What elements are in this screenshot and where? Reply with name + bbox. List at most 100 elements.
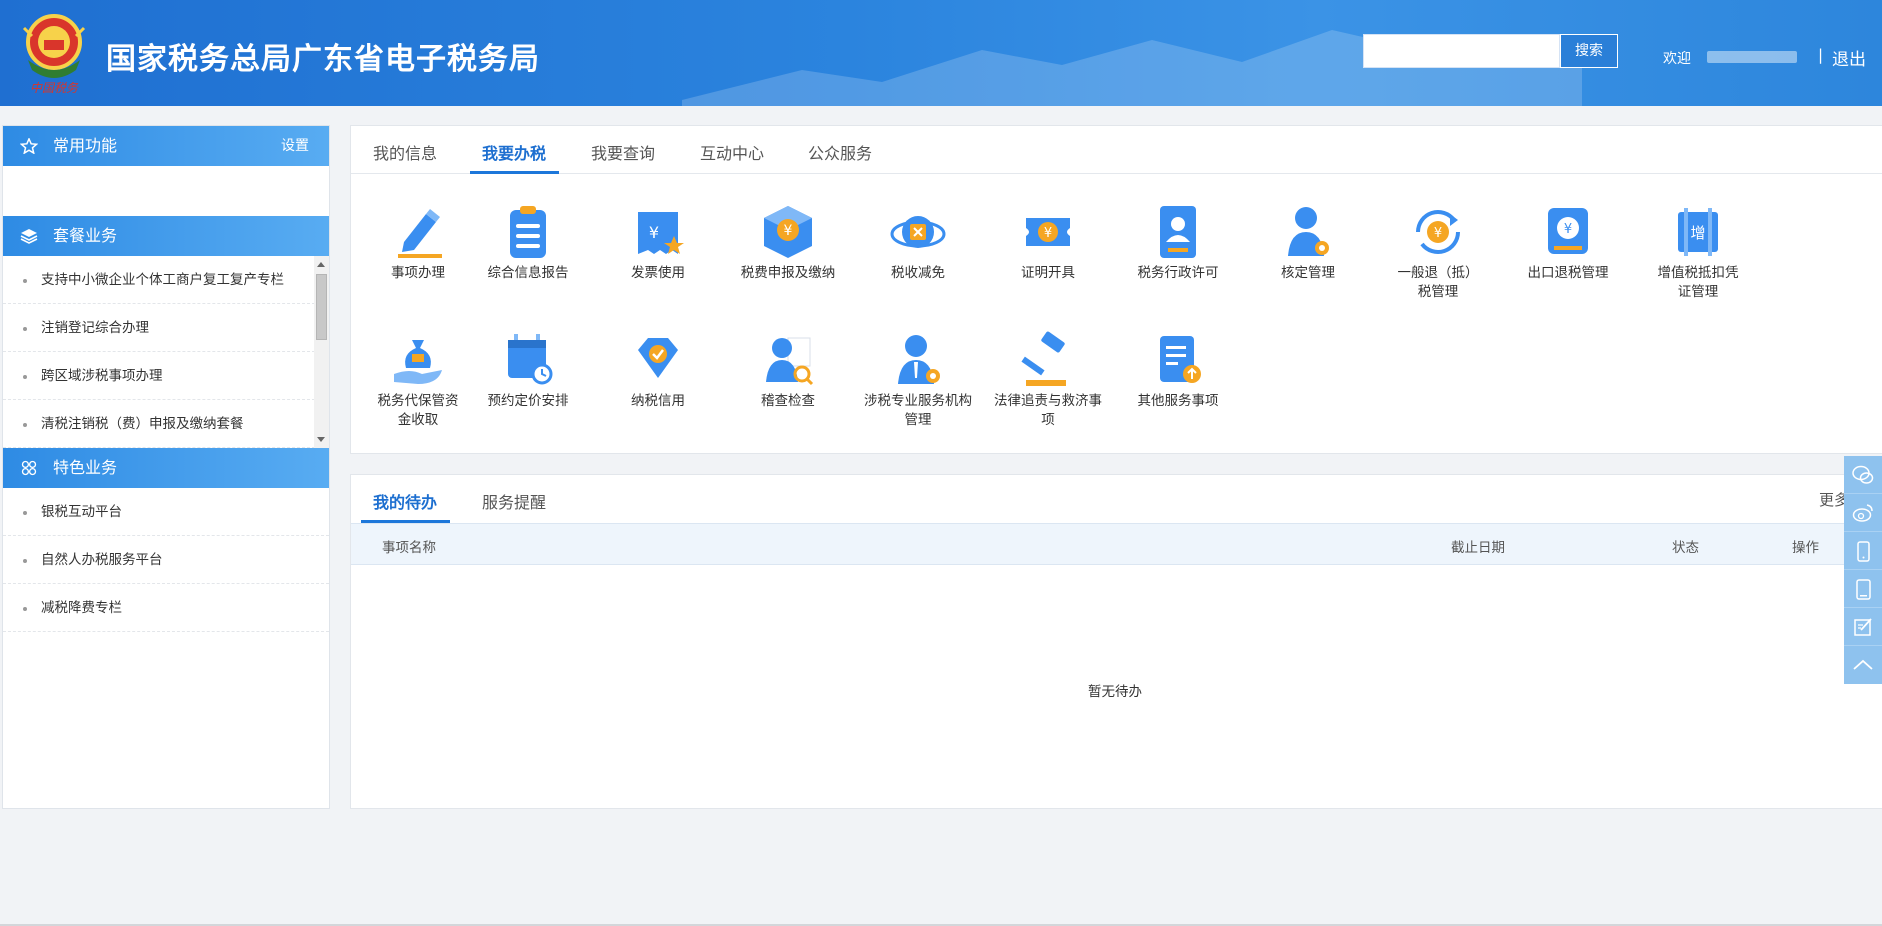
favorites-settings-link[interactable]: 设置 xyxy=(281,126,309,166)
site-header: 中国税务 国家税务总局广东省电子税务局 搜索 欢迎 | 退出 xyxy=(0,0,1882,106)
list-item[interactable]: 银税互动平台 xyxy=(3,488,329,536)
tax-functions-panel: 我的信息 我要办税 我要查询 互动中心 公众服务 事项办理 综合信息报告 ¥ 发… xyxy=(350,125,1882,454)
masked-username xyxy=(1707,51,1797,63)
back-to-top-icon xyxy=(1853,659,1873,670)
tablet-icon xyxy=(1856,579,1871,600)
invoice-icon: ¥ xyxy=(638,212,684,254)
national-emblem-logo: 中国税务 xyxy=(18,10,90,96)
packages-scrollbar[interactable] xyxy=(314,256,329,448)
function-label: 一般退（抵）税管理 xyxy=(1397,265,1479,300)
function-label: 综合信息报告 xyxy=(487,265,569,281)
sidebar: 常用功能 设置 套餐业务 支持中小微企业个体工商户复工复产专栏 注销登记综合办理… xyxy=(2,125,330,809)
svg-text:¥: ¥ xyxy=(1434,226,1442,241)
function-item-legal-remedy[interactable]: 法律追责与救济事项 xyxy=(983,330,1113,430)
todo-tabs: 我的待办 服务提醒 更多 xyxy=(351,475,1882,523)
floating-toolbar xyxy=(1844,456,1882,684)
diamond-check-icon xyxy=(638,338,678,378)
tab-service-reminder[interactable]: 服务提醒 xyxy=(482,489,546,513)
inspector-search-icon xyxy=(766,337,814,386)
function-label: 其他服务事项 xyxy=(1137,393,1219,409)
scroll-down-arrow[interactable] xyxy=(317,437,325,442)
mobile-icon xyxy=(1857,541,1870,562)
list-item[interactable]: 清税注销税（费）申报及缴纳套餐 xyxy=(3,400,315,448)
function-label: 核定管理 xyxy=(1281,265,1335,281)
list-item[interactable]: 注销登记综合办理 xyxy=(3,304,315,352)
list-item[interactable]: 减税降费专栏 xyxy=(3,584,329,632)
todo-table-header: 事项名称 截止日期 状态 操作 xyxy=(351,523,1882,565)
packages-list: 支持中小微企业个体工商户复工复产专栏 注销登记综合办理 跨区域涉税事项办理 清税… xyxy=(3,256,329,448)
svg-text:中国税务: 中国税务 xyxy=(30,81,79,95)
weibo-button[interactable] xyxy=(1844,494,1882,532)
function-item-assessment[interactable]: 核定管理 xyxy=(1243,202,1373,283)
tab-my-info[interactable]: 我的信息 xyxy=(373,140,437,164)
function-item-general-refund[interactable]: ¥ 一般退（抵）税管理 xyxy=(1373,202,1503,302)
function-item-agency-management[interactable]: 涉税专业服务机构管理 xyxy=(853,330,983,430)
mobile-app-button[interactable] xyxy=(1844,532,1882,570)
list-item[interactable]: 自然人办税服务平台 xyxy=(3,536,329,584)
function-item-vat-voucher[interactable]: 增 增值税抵扣凭证管理 xyxy=(1633,202,1763,302)
wechat-icon xyxy=(1852,465,1874,484)
ticket-yuan-icon: ¥ xyxy=(1026,218,1070,246)
function-item-admin-license[interactable]: 税务行政许可 xyxy=(1113,202,1243,283)
list-item[interactable]: 支持中小微企业个体工商户复工复产专栏 xyxy=(3,256,315,304)
todo-panel: 我的待办 服务提醒 更多 事项名称 截止日期 状态 操作 暂无待办 xyxy=(350,474,1882,809)
function-item-tax-credit[interactable]: 纳税信用 xyxy=(593,330,723,411)
search-button[interactable]: 搜索 xyxy=(1560,34,1618,68)
function-item-export-refund[interactable]: ¥ 出口退税管理 xyxy=(1503,202,1633,283)
packages-header[interactable]: 套餐业务 xyxy=(3,216,329,256)
feedback-edit-icon xyxy=(1854,618,1872,636)
tab-tax-handling[interactable]: 我要办税 xyxy=(482,140,546,164)
logout-link[interactable]: 退出 xyxy=(1832,45,1866,70)
svg-text:¥: ¥ xyxy=(649,223,659,242)
agent-gear-icon xyxy=(898,335,940,384)
function-item-reduction[interactable]: 税收减免 xyxy=(853,202,983,283)
tab-interaction[interactable]: 互动中心 xyxy=(700,140,764,164)
vat-voucher-icon: 增 xyxy=(1678,208,1718,256)
featured-title: 特色业务 xyxy=(53,458,118,477)
search-input[interactable] xyxy=(1363,34,1560,68)
function-item-audit[interactable]: 稽查检查 xyxy=(723,330,853,411)
list-item[interactable]: 跨区域涉税事项办理 xyxy=(3,352,315,400)
money-bag-hand-icon xyxy=(394,340,442,384)
wechat-button[interactable] xyxy=(1844,456,1882,494)
grid-icon xyxy=(21,460,37,476)
featured-header[interactable]: 特色业务 xyxy=(3,448,329,488)
tab-my-todo[interactable]: 我的待办 xyxy=(373,489,437,513)
site-title: 国家税务总局广东省电子税务局 xyxy=(106,42,540,77)
user-gear-icon xyxy=(1288,207,1329,256)
function-label: 增值税抵扣凭证管理 xyxy=(1657,265,1739,300)
function-label: 法律追责与救济事项 xyxy=(994,393,1102,428)
tablet-app-button[interactable] xyxy=(1844,570,1882,608)
export-refund-icon: ¥ xyxy=(1548,208,1588,254)
feedback-button[interactable] xyxy=(1844,608,1882,646)
function-label: 证明开具 xyxy=(1021,265,1075,281)
empty-state-text: 暂无待办 xyxy=(1088,684,1142,700)
function-label: 预约定价安排 xyxy=(487,393,569,409)
function-item-report[interactable]: 综合信息报告 xyxy=(463,202,593,283)
column-header-deadline: 截止日期 xyxy=(1451,540,1505,556)
scroll-thumb[interactable] xyxy=(316,274,327,340)
function-label: 税收减免 xyxy=(891,265,945,281)
active-tab-indicator xyxy=(470,171,559,174)
function-label: 涉税专业服务机构管理 xyxy=(864,393,972,428)
star-icon xyxy=(20,138,38,154)
function-item-pricing-arrangement[interactable]: 预约定价安排 xyxy=(463,330,593,411)
function-label: 发票使用 xyxy=(631,265,685,281)
tab-query[interactable]: 我要查询 xyxy=(591,140,655,164)
weibo-icon xyxy=(1852,504,1873,522)
favorites-body xyxy=(3,166,329,216)
tab-public-service[interactable]: 公众服务 xyxy=(808,140,872,164)
function-item-declare-pay[interactable]: ¥ 税费申报及缴纳 xyxy=(723,202,853,283)
function-label: 税务行政许可 xyxy=(1137,265,1219,281)
function-item-certificate[interactable]: ¥ 证明开具 xyxy=(983,202,1113,283)
function-label: 税费申报及缴纳 xyxy=(740,265,836,281)
layers-icon xyxy=(20,229,38,244)
function-item-other-services[interactable]: 其他服务事项 xyxy=(1113,330,1243,411)
function-item-invoice[interactable]: ¥ 发票使用 xyxy=(593,202,723,283)
scroll-up-arrow[interactable] xyxy=(317,262,325,267)
column-header-action: 操作 xyxy=(1792,540,1819,556)
back-to-top-button[interactable] xyxy=(1844,646,1882,684)
id-badge-icon xyxy=(1160,206,1196,258)
tax-reduction-icon xyxy=(890,216,946,248)
calendar-clock-icon xyxy=(508,334,553,385)
